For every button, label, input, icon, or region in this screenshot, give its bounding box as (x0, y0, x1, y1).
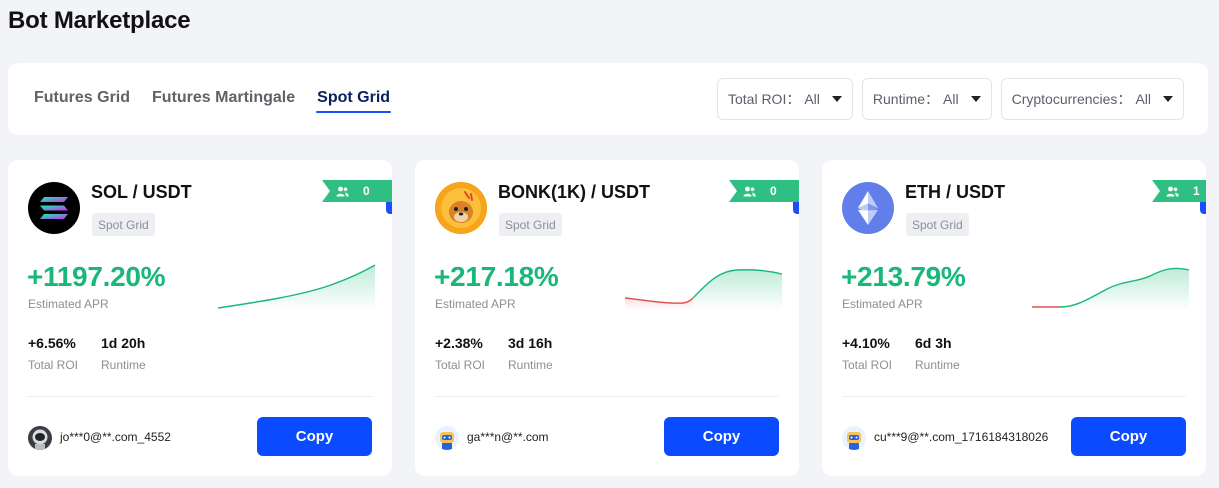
bonk-logo-icon (435, 182, 487, 234)
total-roi-value: +2.38% (435, 335, 483, 351)
bot-owner: jo***0@**.com_4552 (60, 430, 171, 444)
filters: Total ROI： All Runtime： All Cryptocurren… (716, 78, 1184, 120)
trading-pair: ETH / USDT (905, 182, 1006, 202)
pnl-sparkline (625, 269, 783, 310)
bot-card[interactable]: SOL / USDT Spot Grid 0 +1197.20% Estimat… (8, 160, 392, 476)
filter-label: Cryptocurrencies： (1011, 91, 1132, 107)
runtime-value: 6d 3h (915, 335, 952, 351)
bot-owner: cu***9@**.com_1716184318026 (874, 430, 1049, 444)
copiers-count: 1 (1193, 184, 1200, 198)
pnl-sparkline (218, 264, 376, 310)
total-roi-value: +6.56% (28, 335, 76, 351)
estimated-apr-label: Estimated APR (435, 297, 516, 311)
cryptocurrencies-filter[interactable]: Cryptocurrencies： All (1000, 78, 1184, 120)
divider (842, 396, 1186, 397)
estimated-apr-value: +1197.20% (27, 261, 166, 292)
trading-pair: SOL / USDT (91, 182, 192, 202)
pnl-sparkline (1032, 267, 1190, 310)
filter-label: Runtime： (872, 91, 940, 107)
runtime-value: 3d 16h (508, 335, 553, 351)
filter-value: All (804, 91, 820, 107)
users-icon (743, 186, 756, 196)
bot-type-tag: Spot Grid (499, 213, 562, 236)
tab-futures-grid[interactable]: Futures Grid (34, 89, 130, 111)
ethereum-logo-icon (842, 182, 894, 234)
divider (435, 396, 779, 397)
users-icon (1166, 186, 1179, 196)
total-roi-label: Total ROI (435, 358, 486, 372)
tab-spot-grid[interactable]: Spot Grid (316, 89, 391, 113)
caret-down-icon (831, 96, 842, 102)
runtime-label: Runtime (101, 358, 146, 372)
runtime-label: Runtime (508, 358, 553, 372)
runtime-filter[interactable]: Runtime： All (861, 78, 992, 120)
estimated-apr-label: Estimated APR (842, 297, 923, 311)
bot-card[interactable]: BONK(1K) / USDT Spot Grid 0 +217.18% Est… (415, 160, 799, 476)
trading-pair: BONK(1K) / USDT (498, 182, 650, 202)
page-title: Bot Marketplace (8, 7, 191, 34)
copiers-badge: 0 (729, 180, 799, 202)
bot-card[interactable]: ETH / USDT Spot Grid 1 +213.79% Estimate… (822, 160, 1206, 476)
badge-fold (386, 202, 392, 214)
filter-label: Total ROI： (727, 91, 801, 107)
total-roi-filter[interactable]: Total ROI： All (716, 78, 853, 120)
estimated-apr-value: +217.18% (434, 261, 559, 292)
runtime-value: 1d 20h (101, 335, 146, 351)
caret-down-icon (1163, 96, 1173, 102)
total-roi-label: Total ROI (842, 358, 893, 372)
runtime-label: Runtime (915, 358, 960, 372)
copy-button[interactable]: Copy (257, 417, 372, 456)
filter-value: All (943, 91, 959, 107)
copiers-badge: 1 (1152, 180, 1206, 202)
robot-avatar-icon (842, 426, 866, 450)
caret-down-icon (970, 96, 981, 102)
badge-fold (1200, 202, 1206, 214)
divider (28, 396, 372, 397)
solana-logo-icon (28, 182, 80, 234)
astronaut-avatar-icon (28, 426, 52, 450)
filter-value: All (1135, 91, 1151, 107)
estimated-apr-label: Estimated APR (28, 297, 109, 311)
estimated-apr-value: +213.79% (841, 261, 966, 292)
bot-type-tag: Spot Grid (92, 213, 155, 236)
copy-button[interactable]: Copy (1071, 417, 1186, 456)
users-icon (336, 186, 349, 196)
bot-type-tag: Spot Grid (906, 213, 969, 236)
robot-avatar-icon (435, 426, 459, 450)
badge-fold (793, 202, 799, 214)
total-roi-label: Total ROI (28, 358, 79, 372)
copiers-count: 0 (363, 184, 370, 198)
copiers-badge: 0 (322, 180, 392, 202)
tab-futures-martingale[interactable]: Futures Martingale (152, 89, 295, 111)
filter-bar: Futures Grid Futures Martingale Spot Gri… (8, 63, 1208, 135)
copy-button[interactable]: Copy (664, 417, 779, 456)
bot-type-tabs: Futures Grid Futures Martingale Spot Gri… (34, 89, 391, 113)
total-roi-value: +4.10% (842, 335, 890, 351)
bot-owner: ga***n@**.com (467, 430, 549, 444)
copiers-count: 0 (770, 184, 777, 198)
